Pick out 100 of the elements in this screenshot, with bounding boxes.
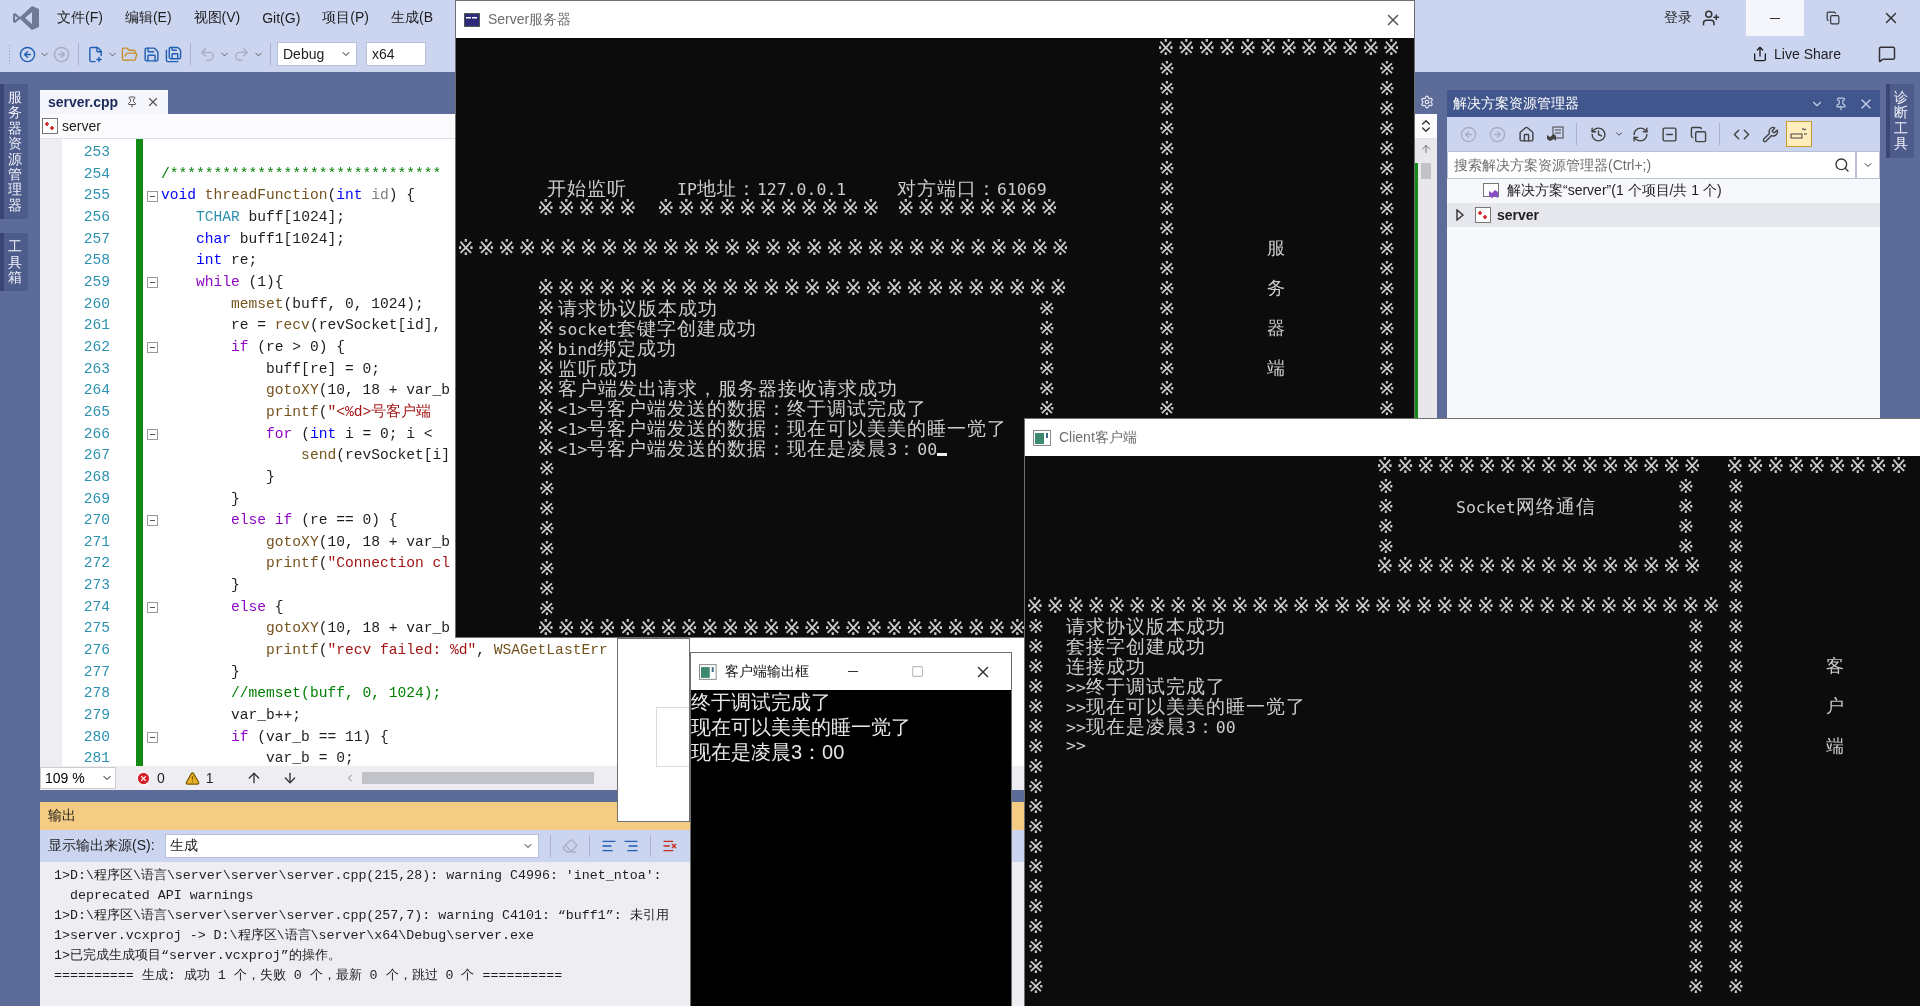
output-line: 1>server.vcxproj -> D:\程序区\语言\server\x64\Debug\server.exe [54, 927, 534, 945]
code-line: /******************************* [161, 164, 442, 184]
output-line: 1>D:\程序区\语言\server\server\server.cpp(215,28): warning C4996: 'inet_ntoa': [54, 867, 662, 885]
line-number: 275 [83, 619, 110, 639]
line-number: 269 [83, 489, 110, 509]
console-text: ※<1>号客户端发送的数据：现在是凌晨3：00 [537, 438, 938, 458]
scrollbar-thumb[interactable] [361, 772, 594, 784]
project-dropdown[interactable]: server [40, 117, 107, 135]
side-tab[interactable]: 服务器资源管理器 [0, 84, 28, 220]
code-line: memset(buff, 0, 1024); [230, 294, 424, 314]
border-row: ※※※※※※※※※※※※※※※※ [1376, 556, 1704, 576]
code-line: gotoXY(10, 18 + var_b [265, 381, 450, 401]
save-all-icon [165, 45, 182, 63]
caret-icon[interactable] [1614, 129, 1624, 139]
feedback-icon[interactable] [1878, 45, 1896, 63]
side-tab[interactable]: 诊断工具 [1886, 84, 1914, 158]
line-number: 270 [83, 511, 110, 531]
output-line: 1>D:\程序区\语言\server\server\server.cpp(257,7): warning C4101: “buff1”: 未引用 [54, 907, 669, 925]
line-number: 265 [83, 402, 110, 422]
console-line: 现在是凌晨3：00 [691, 740, 845, 765]
document-tab[interactable]: server.cpp [40, 90, 169, 114]
pin-icon[interactable] [1834, 96, 1848, 111]
tree-item[interactable]: server [1447, 203, 1880, 227]
console-text: >>终于调试完成了 [1066, 676, 1226, 696]
source-dropdown[interactable]: 生成 [164, 834, 539, 858]
zoom-dropdown[interactable]: 109 % [40, 767, 116, 789]
line-number: 261 [83, 316, 110, 336]
console-text: 对方端口：61069 [897, 178, 1047, 198]
live-share-button[interactable]: Live Share [1746, 45, 1847, 63]
maximize-icon [911, 665, 925, 678]
border-column: ※※※※※※※※※※※※※※※※※※※ [1026, 616, 1046, 996]
solution-icon [1483, 183, 1501, 199]
line-number: 260 [83, 294, 110, 314]
code-line: TCHAR buff[1024]; [195, 207, 345, 227]
collapse-toggle[interactable] [146, 732, 158, 744]
collapse-toggle[interactable] [146, 277, 158, 289]
vertical-label: 服务器端 [1267, 236, 1285, 380]
add-user-icon[interactable] [1702, 9, 1720, 27]
undo-icon [199, 45, 216, 63]
settings-icon[interactable] [1420, 95, 1434, 109]
line-number: 262 [83, 337, 110, 357]
border-row: ※※※※※※※※※※※※※※※※ [1376, 456, 1704, 476]
line-number: 264 [83, 381, 110, 401]
border-row: ※※※※※※※※※※※※※※※※※※※※※※※※※※ [537, 278, 1070, 298]
code-line: char buff1[1024]; [195, 229, 345, 249]
console-text: ※客户端发出请求，服务器接收请求成功 [537, 378, 898, 398]
collapse-toggle[interactable] [146, 602, 158, 614]
platform-dropdown[interactable]: x64 [366, 42, 426, 66]
wrench-icon [1761, 125, 1779, 143]
menu-item[interactable]: 文件(F) [46, 0, 114, 36]
previous-message-icon[interactable] [600, 838, 617, 854]
code-line: gotoXY(10, 18 + var_b [265, 619, 450, 639]
border-row: ※※※※※※※※※ [1726, 456, 1911, 476]
menu-item[interactable]: Git(G) [251, 0, 312, 36]
menu-item[interactable]: 编辑(E) [113, 0, 183, 36]
console-text: >> [1066, 736, 1086, 756]
configuration-dropdown[interactable]: Debug [277, 42, 357, 66]
scrollbar-thumb[interactable] [1421, 163, 1431, 179]
console-line: 终于调试完成了 [691, 690, 831, 715]
border-column: ※※※※※※※※※※※※※※※※※※※ [1686, 616, 1706, 996]
new-file-icon [87, 45, 104, 63]
border-column: ※※※※※※※※※※※※※※※※※※ [1377, 58, 1397, 418]
sign-in-link[interactable]: 登录 [1664, 9, 1692, 27]
collapse-toggle[interactable] [146, 428, 158, 440]
pin-icon[interactable] [126, 96, 139, 108]
line-number: 271 [83, 532, 110, 552]
clear-all-icon[interactable] [661, 838, 678, 854]
side-tab[interactable]: 工具箱 [0, 233, 28, 292]
menu-item[interactable]: 视图(V) [182, 0, 252, 36]
line-number: 254 [83, 164, 110, 184]
border-column: ※※※※ [1376, 476, 1396, 556]
code-line: else if (re == 0) { [230, 511, 398, 531]
preview-icon [1790, 127, 1808, 141]
console-icon [464, 12, 480, 27]
line-number: 273 [83, 576, 110, 596]
rule-row: ※※※※※※※※ [897, 198, 1061, 218]
console-text: ※<1>号客户端发送的数据：终于调试完成了 [537, 398, 928, 418]
warning-count[interactable]: 1 [205, 770, 214, 786]
app-logo [12, 5, 40, 31]
error-count[interactable]: 0 [157, 770, 165, 786]
collapse-toggle[interactable] [146, 515, 158, 527]
line-number: 258 [83, 251, 110, 271]
menu-item[interactable]: 项目(P) [311, 0, 380, 36]
code-line: else { [230, 597, 284, 617]
collapse-toggle[interactable] [146, 342, 158, 354]
code-line: re = recv(revSocket[id], [230, 316, 442, 336]
code-line: int re; [195, 251, 258, 271]
code-line: printf("<%d>号客户端 [265, 402, 432, 422]
next-message-icon[interactable] [622, 838, 639, 854]
tree-item[interactable]: 解决方案“server”(1 个项目/共 1 个) [1447, 179, 1880, 203]
minimize-icon [848, 671, 858, 672]
line-number: 279 [83, 706, 110, 726]
collapse-toggle[interactable] [146, 190, 158, 202]
code-line: } [230, 576, 240, 596]
code-line: for (int i = 0; i < [265, 424, 433, 444]
toolbar-grip[interactable] [8, 44, 12, 64]
menu-item[interactable]: 生成(B [380, 0, 444, 36]
line-number: 276 [83, 641, 110, 661]
line-number: 268 [83, 467, 110, 487]
line-number: 259 [83, 272, 110, 292]
